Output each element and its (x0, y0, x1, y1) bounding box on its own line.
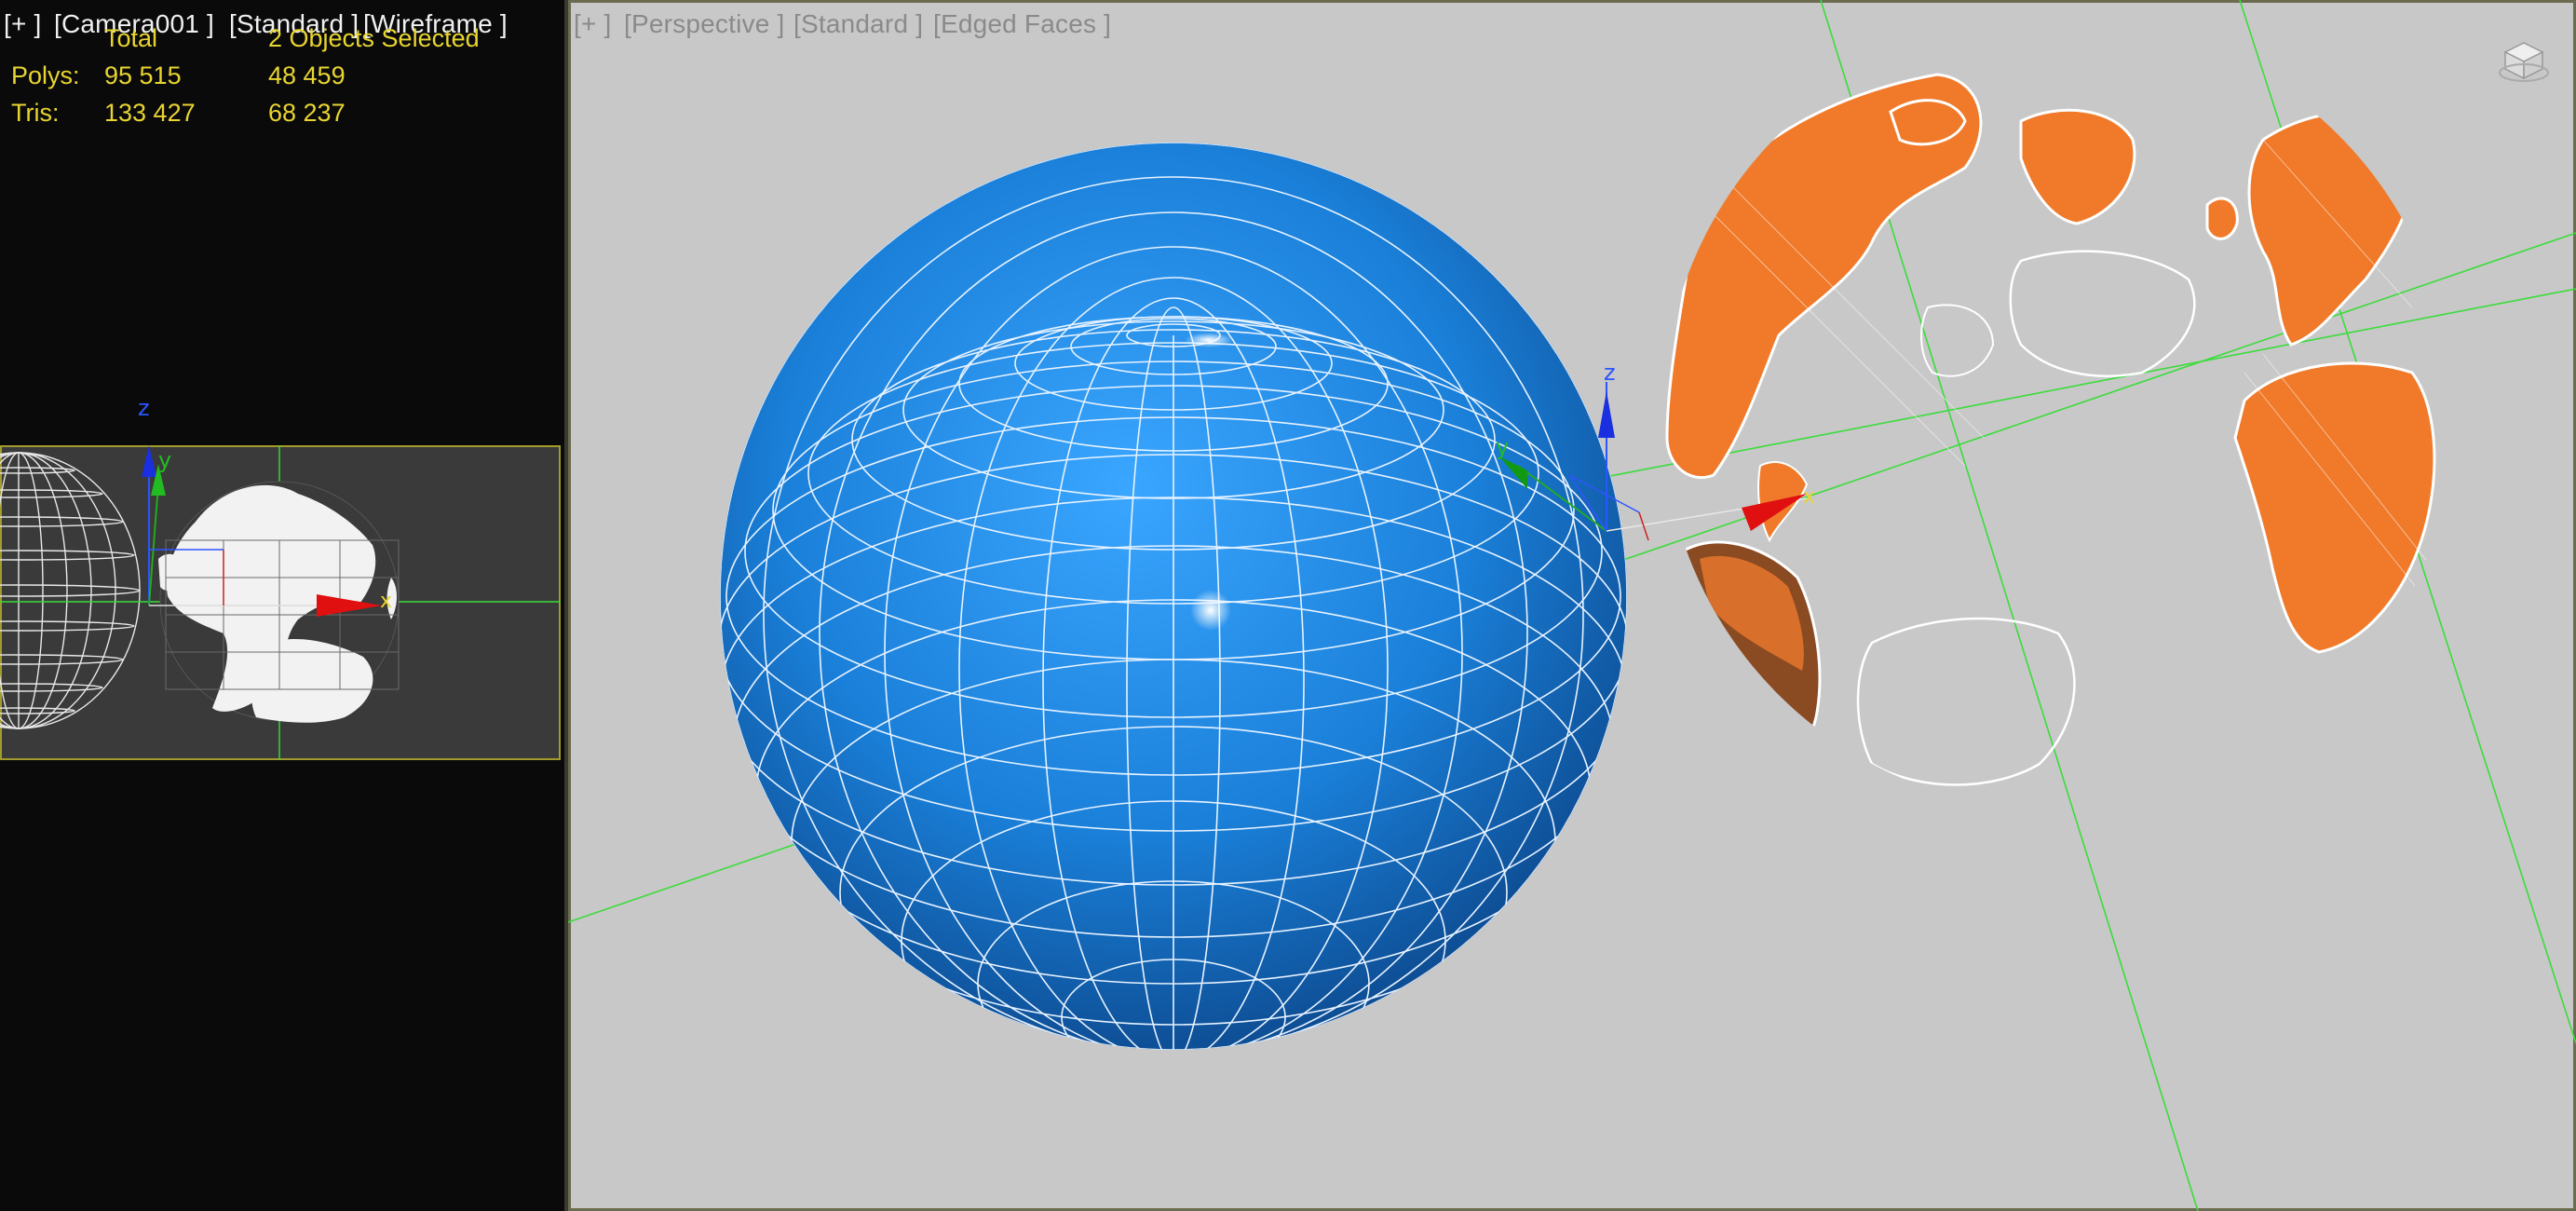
gizmo-y-label: y (158, 447, 171, 473)
wireframe-sphere[interactable] (0, 452, 141, 729)
camera-viewport[interactable]: [+ ] [Camera001 ] [Standard ] [Wireframe… (0, 0, 564, 1211)
camera-viewport-scene: z y x (0, 395, 561, 760)
earth-continents-mesh[interactable] (158, 481, 400, 723)
gizmo-x-label: x (380, 590, 392, 613)
gizmo-z-label: z (138, 395, 150, 421)
gizmo-y-label: y (1496, 434, 1509, 460)
perspective-viewport[interactable]: [+ ] [Perspective ] [Standard ] [Edged F… (568, 0, 2576, 1211)
blue-sphere[interactable] (719, 143, 1628, 1086)
perspective-scene: z y x (568, 0, 2576, 1211)
gizmo-x-label: x (1803, 485, 1815, 509)
gizmo-z-label: z (1604, 360, 1616, 386)
